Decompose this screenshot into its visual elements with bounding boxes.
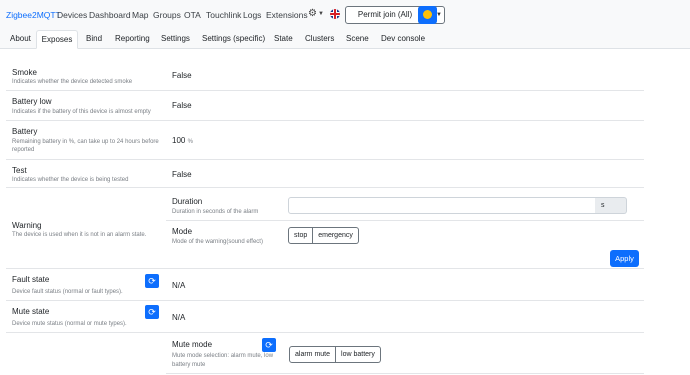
tab-settings[interactable]: Settings: [161, 30, 190, 49]
nav-map[interactable]: Map: [132, 10, 149, 20]
mute-mode-divider: [166, 373, 644, 374]
tab-dev-console[interactable]: Dev console: [381, 30, 425, 49]
nav-devices[interactable]: Devices: [57, 10, 87, 20]
mode-options: stop emergency: [288, 227, 359, 244]
permit-join-button[interactable]: Permit join (All): [345, 6, 425, 24]
mute-state-value: N/A: [172, 313, 186, 322]
fault-state-label: Fault state: [12, 275, 50, 284]
nav-logs[interactable]: Logs: [243, 10, 261, 20]
duration-input[interactable]: [288, 197, 596, 214]
test-label: Test: [12, 166, 27, 175]
warning-label: Warning: [12, 221, 42, 230]
fault-state-refresh-icon[interactable]: ⟳: [145, 274, 159, 288]
device-tabs: About Exposes Bind Reporting Settings Se…: [0, 30, 690, 49]
nav-extensions[interactable]: Extensions: [266, 10, 308, 20]
battery-low-description: Indicates if the battery of this device …: [12, 109, 151, 115]
fault-state-description: Device fault status (normal or fault typ…: [12, 289, 123, 295]
top-navbar: Zigbee2MQTT Devices Dashboard Map Groups…: [0, 0, 690, 30]
duration-label: Duration: [172, 197, 203, 206]
battery-value: 100 %: [172, 136, 193, 145]
mode-description: Mode of the warning(sound effect): [172, 239, 263, 245]
warning-description: The device is used when it is not in an …: [12, 232, 147, 238]
expose-row-fault-state: [6, 269, 644, 301]
nav-groups[interactable]: Groups: [153, 10, 181, 20]
tab-exposes[interactable]: Exposes: [36, 30, 78, 49]
nav-ota[interactable]: OTA: [184, 10, 201, 20]
fault-state-value: N/A: [172, 281, 186, 290]
test-description: Indicates whether the device is being te…: [12, 177, 129, 183]
battery-description-line2: reported: [12, 147, 35, 153]
nav-dashboard[interactable]: Dashboard: [89, 10, 131, 20]
tab-bind[interactable]: Bind: [86, 30, 102, 49]
test-value: False: [172, 170, 192, 179]
battery-low-value: False: [172, 101, 192, 110]
smoke-value: False: [172, 71, 192, 80]
mute-mode-label: Mute mode: [172, 340, 213, 349]
chevron-down-icon: ▼: [318, 11, 324, 17]
smoke-label: Smoke: [12, 68, 37, 77]
warning-divider: [166, 220, 644, 221]
gear-icon[interactable]: ⚙: [308, 8, 317, 19]
tab-state[interactable]: State: [274, 30, 293, 49]
battery-value-number: 100: [172, 136, 186, 145]
mute-state-refresh-icon[interactable]: ⟳: [145, 305, 159, 319]
smiley-button[interactable]: [418, 6, 437, 24]
tab-scene[interactable]: Scene: [346, 30, 369, 49]
apply-button[interactable]: Apply: [610, 250, 639, 267]
battery-label: Battery: [12, 127, 38, 136]
battery-unit: %: [187, 139, 193, 145]
duration-unit: s: [595, 197, 627, 214]
expose-row-smoke: [6, 62, 644, 91]
mute-state-label: Mute state: [12, 307, 50, 316]
mode-option-stop[interactable]: stop: [288, 227, 314, 244]
tab-about[interactable]: About: [10, 30, 31, 49]
smiley-icon: [423, 10, 432, 19]
nav-touchlink[interactable]: Touchlink: [206, 10, 241, 20]
mode-option-emergency[interactable]: emergency: [313, 227, 359, 244]
battery-description-line1: Remaining battery in %, can take up to 2…: [12, 139, 159, 145]
mute-mode-option-low-battery[interactable]: low battery: [336, 346, 381, 363]
tab-reporting[interactable]: Reporting: [115, 30, 150, 49]
mute-mode-refresh-icon[interactable]: ⟳: [262, 338, 276, 352]
mute-state-description: Device mute status (normal or mute types…: [12, 321, 127, 327]
mute-mode-description-line2: battery mute: [172, 362, 206, 368]
mute-mode-option-alarm-mute[interactable]: alarm mute: [289, 346, 337, 363]
mute-mode-description-line1: Mute mode selection: alarm mute, low: [172, 353, 274, 359]
mute-mode-options: alarm mute low battery: [289, 346, 381, 363]
mode-label: Mode: [172, 227, 193, 236]
uk-flag-icon[interactable]: [330, 9, 340, 19]
tab-clusters[interactable]: Clusters: [305, 30, 334, 49]
smoke-description: Indicates whether the device detected sm…: [12, 79, 133, 85]
expose-row-battery-low: [6, 91, 644, 121]
battery-low-label: Battery low: [12, 97, 52, 106]
duration-description: Duration in seconds of the alarm: [172, 209, 259, 215]
brand-link[interactable]: Zigbee2MQTT: [6, 10, 61, 20]
tab-settings-specific[interactable]: Settings (specific): [202, 30, 265, 49]
expose-row-mute-state: [6, 301, 644, 333]
